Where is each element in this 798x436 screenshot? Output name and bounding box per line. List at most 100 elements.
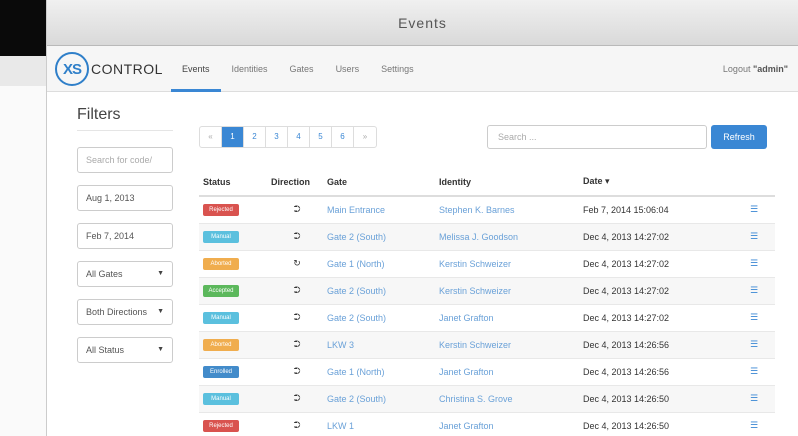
details-cell: ☰ [729,358,775,386]
tab-users[interactable]: Users [325,46,371,92]
page-4-button[interactable]: 4 [288,127,310,147]
identity-link[interactable]: Kerstin Schweizer [439,259,511,269]
status-cell: Rejected [199,196,267,224]
list-details-icon[interactable]: ☰ [750,285,758,295]
table-row[interactable]: Manual ⮊ Gate 2 (South) Christina S. Grove D… [199,385,775,413]
tab-events[interactable]: Events [171,46,221,92]
page-prev-button[interactable]: « [200,127,222,147]
table-header-row: Status Direction Gate Identity Date ▾ [199,168,775,197]
caret-down-icon: ▼ [157,270,164,277]
page-next-button[interactable]: » [354,127,376,147]
header-date[interactable]: Date ▾ [579,168,729,197]
direction-cell: ⮊ [267,412,323,436]
list-details-icon[interactable]: ☰ [750,312,758,322]
table-row[interactable]: Manual ⮊ Gate 2 (South) Melissa J. Goodson D… [199,223,775,251]
header-direction[interactable]: Direction [267,168,323,197]
identity-link[interactable]: Janet Grafton [439,421,494,431]
gate-cell: Gate 2 (South) [323,385,435,413]
direction-cell: ⮊ [267,304,323,332]
logout-label: Logout [722,64,753,74]
status-select-value: All Status [86,345,125,355]
identity-link[interactable]: Stephen K. Barnes [439,205,515,215]
refresh-button[interactable]: Refresh [711,125,767,149]
table-row[interactable]: Rejected ⮊ LKW 1 Janet Grafton Dec 4, 2013 1… [199,412,775,436]
logo-text: CONTROL [91,61,163,77]
direction-cell: ⮊ [267,196,323,224]
gate-link[interactable]: Gate 2 (South) [327,313,386,323]
direction-select[interactable]: Both Directions ▼ [77,299,173,325]
filters-panel: Filters Search for code/ Aug 1, 2013 Feb… [77,106,173,375]
status-select[interactable]: All Status ▼ [77,337,173,363]
list-details-icon[interactable]: ☰ [750,393,758,403]
table-row[interactable]: Manual ⮊ Gate 2 (South) Janet Grafton Dec 4,… [199,304,775,332]
table-row[interactable]: Aborted ⮊ LKW 3 Kerstin Schweizer Dec 4, 201… [199,331,775,359]
status-badge: Enrolled [203,366,239,378]
list-details-icon[interactable]: ☰ [750,258,758,268]
details-cell: ☰ [729,385,775,413]
gate-cell: Gate 1 (North) [323,250,435,278]
direction-select-value: Both Directions [86,307,148,317]
header-actions [729,168,775,197]
list-details-icon[interactable]: ☰ [750,420,758,430]
table-row[interactable]: Aborted ↻ Gate 1 (North) Kerstin Schweizer D… [199,250,775,278]
gate-link[interactable]: Gate 1 (North) [327,367,385,377]
details-cell: ☰ [729,277,775,305]
gate-cell: Gate 2 (South) [323,304,435,332]
search-input[interactable]: Search ... [487,125,707,149]
filters-title: Filters [77,106,173,131]
identity-cell: Kerstin Schweizer [435,331,579,359]
tab-identities[interactable]: Identities [221,46,279,92]
header-gate[interactable]: Gate [323,168,435,197]
gate-link[interactable]: LKW 3 [327,340,354,350]
details-cell: ☰ [729,196,775,224]
identity-link[interactable]: Janet Grafton [439,313,494,323]
list-details-icon[interactable]: ☰ [750,204,758,214]
list-details-icon[interactable]: ☰ [750,339,758,349]
gate-link[interactable]: Gate 2 (South) [327,232,386,242]
header-identity[interactable]: Identity [435,168,579,197]
table-row[interactable]: Enrolled ⮊ Gate 1 (North) Janet Grafton Dec … [199,358,775,386]
identity-link[interactable]: Kerstin Schweizer [439,286,511,296]
identity-link[interactable]: Kerstin Schweizer [439,340,511,350]
tab-settings[interactable]: Settings [370,46,425,92]
status-cell: Manual [199,223,267,251]
status-badge: Manual [203,393,239,405]
page-6-button[interactable]: 6 [332,127,354,147]
logo-mark: XS [55,52,89,86]
page-5-button[interactable]: 5 [310,127,332,147]
gate-link[interactable]: Gate 2 (South) [327,394,386,404]
gate-link[interactable]: Gate 2 (South) [327,286,386,296]
tab-gates[interactable]: Gates [279,46,325,92]
page-1-button[interactable]: 1 [222,127,244,147]
direction-icon: ↻ [293,258,301,268]
identity-cell: Melissa J. Goodson [435,223,579,251]
identity-cell: Janet Grafton [435,358,579,386]
code-search-input[interactable]: Search for code/ [77,147,173,173]
identity-link[interactable]: Christina S. Grove [439,394,513,404]
page-3-button[interactable]: 3 [266,127,288,147]
gate-link[interactable]: Main Entrance [327,205,385,215]
logout-username: "admin" [752,64,788,74]
list-details-icon[interactable]: ☰ [750,366,758,376]
date-to-input[interactable]: Feb 7, 2014 [77,223,173,249]
gate-link[interactable]: LKW 1 [327,421,354,431]
identity-link[interactable]: Melissa J. Goodson [439,232,518,242]
date-cell: Dec 4, 2013 14:26:56 [579,358,729,386]
gates-select[interactable]: All Gates ▼ [77,261,173,287]
direction-cell: ⮊ [267,277,323,305]
direction-cell: ⮊ [267,331,323,359]
page-2-button[interactable]: 2 [244,127,266,147]
logout-link[interactable]: Logout "admin" [723,46,788,92]
header-status[interactable]: Status [199,168,267,197]
date-from-input[interactable]: Aug 1, 2013 [77,185,173,211]
identity-link[interactable]: Janet Grafton [439,367,494,377]
status-badge: Rejected [203,204,239,217]
list-details-icon[interactable]: ☰ [750,231,758,241]
gate-link[interactable]: Gate 1 (North) [327,259,385,269]
status-cell: Manual [199,385,267,413]
table-row[interactable]: Accepted ⮊ Gate 2 (South) Kerstin Schweizer… [199,277,775,305]
status-cell: Manual [199,304,267,332]
table-row[interactable]: Rejected ⮊ Main Entrance Stephen K. Barnes F… [199,196,775,224]
direction-icon: ⮊ [293,339,301,349]
logo[interactable]: XS CONTROL [55,52,163,86]
